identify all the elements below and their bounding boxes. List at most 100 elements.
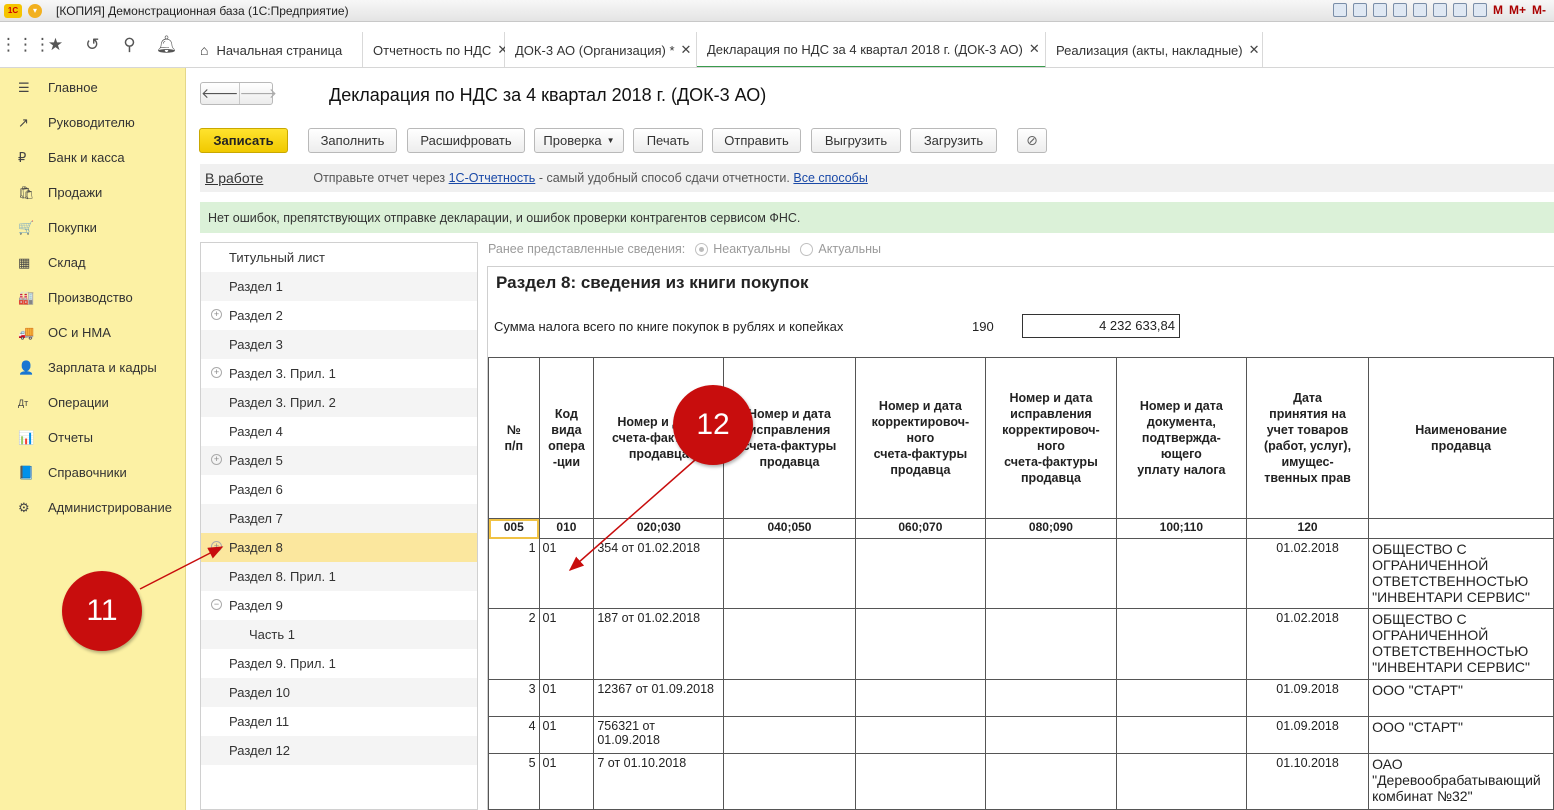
row-cell[interactable] — [854, 608, 987, 680]
row-cell[interactable] — [1115, 716, 1247, 754]
sidebar-item-admin[interactable]: ⚙ Администрирование — [0, 490, 185, 525]
section-item[interactable]: + Раздел 5 — [201, 446, 477, 475]
row-invoice[interactable]: 187 от 01.02.2018 — [593, 608, 725, 680]
status-state-link[interactable]: В работе — [205, 170, 263, 186]
table-row[interactable]: 1 01 354 от 01.02.2018 01.02.2018 ОБЩЕСТ… — [488, 538, 1554, 609]
row-number[interactable]: 3 — [488, 679, 540, 717]
fill-button[interactable]: Заполнить — [308, 128, 397, 153]
upload-icon[interactable] — [1392, 3, 1407, 17]
row-cell[interactable] — [1115, 538, 1247, 609]
table-row[interactable]: 2 01 187 от 01.02.2018 01.02.2018 ОБЩЕСТ… — [488, 608, 1554, 680]
section-item-selected[interactable]: + Раздел 8 — [201, 533, 477, 562]
memory-plus-button[interactable]: M+ — [1509, 3, 1526, 17]
sidebar-item-director[interactable]: ↗ Руководителю — [0, 105, 185, 140]
tab-home[interactable]: ⌂ Начальная страница — [190, 32, 363, 68]
memory-minus-button[interactable]: M- — [1532, 3, 1546, 17]
section-item[interactable]: Часть 1 — [201, 620, 477, 649]
section-item[interactable]: Раздел 12 — [201, 736, 477, 765]
table-row[interactable]: 5 01 7 от 01.10.2018 01.10.2018 ОАО "Дер… — [488, 753, 1554, 810]
section-item[interactable]: − Раздел 9 — [201, 591, 477, 620]
sidebar-item-purchases[interactable]: 🛒 Покупки — [0, 210, 185, 245]
attachment-button[interactable]: ⊘ — [1017, 128, 1047, 153]
row-op-code[interactable]: 01 — [538, 608, 595, 680]
save-button[interactable]: Записать — [199, 128, 288, 153]
section-item[interactable]: Раздел 10 — [201, 678, 477, 707]
preview-icon[interactable] — [1372, 3, 1387, 17]
row-number[interactable]: 1 — [488, 538, 540, 609]
row-seller[interactable]: ОАО "Деревообрабатывающий комбинат №32" — [1368, 753, 1554, 810]
sidebar-item-hr[interactable]: 👤 Зарплата и кадры — [0, 350, 185, 385]
row-cell[interactable] — [985, 538, 1117, 609]
expand-icon[interactable]: + — [211, 309, 222, 320]
sidebar-item-reports[interactable]: 📊 Отчеты — [0, 420, 185, 455]
section-item[interactable]: Раздел 6 — [201, 475, 477, 504]
row-seller[interactable]: ООО "СТАРТ" — [1368, 716, 1554, 754]
notification-bell-icon[interactable]: 🔔︎ — [148, 35, 185, 55]
sidebar-item-operations[interactable]: Дт Операции — [0, 385, 185, 420]
row-accept-date[interactable]: 01.09.2018 — [1245, 716, 1370, 754]
expand-icon[interactable]: + — [211, 367, 222, 378]
row-cell[interactable] — [985, 679, 1117, 717]
row-seller[interactable]: ОБЩЕСТВО С ОГРАНИЧЕННОЙ ОТВЕТСТВЕННОСТЬЮ… — [1368, 608, 1554, 680]
close-icon[interactable]: ✕ — [1249, 42, 1260, 58]
section-item[interactable]: Раздел 3 — [201, 330, 477, 359]
back-arrow-icon[interactable]: 🡐 — [201, 83, 240, 104]
row-op-code[interactable]: 01 — [538, 716, 595, 754]
radio-not-actual[interactable] — [695, 242, 709, 256]
tab-declaration[interactable]: Декларация по НДС за 4 квартал 2018 г. (… — [697, 32, 1046, 68]
row-op-code[interactable]: 01 — [538, 679, 595, 717]
section-item[interactable]: Раздел 4 — [201, 417, 477, 446]
row-cell[interactable] — [854, 679, 987, 717]
section-item[interactable]: Раздел 7 — [201, 504, 477, 533]
row-cell[interactable] — [985, 753, 1117, 810]
row-accept-date[interactable]: 01.02.2018 — [1245, 608, 1370, 680]
row-cell[interactable] — [985, 608, 1117, 680]
row-invoice[interactable]: 354 от 01.02.2018 — [593, 538, 725, 609]
all-ways-link[interactable]: Все способы — [793, 171, 867, 185]
sidebar-item-main[interactable]: ☰ Главное — [0, 70, 185, 105]
close-icon[interactable]: ✕ — [1029, 41, 1040, 57]
tab-vat-reporting[interactable]: Отчетность по НДС ✕ — [363, 32, 508, 68]
sidebar-item-sales[interactable]: 🛍 Продажи — [0, 175, 185, 210]
table-row[interactable]: 3 01 12367 от 01.09.2018 01.09.2018 ООО … — [488, 679, 1554, 717]
row-cell[interactable] — [854, 538, 987, 609]
row-invoice[interactable]: 756321 от 01.09.2018 — [593, 716, 725, 754]
section-item[interactable]: Раздел 3. Прил. 2 — [201, 388, 477, 417]
row-cell[interactable] — [1115, 753, 1247, 810]
close-icon[interactable]: ✕ — [681, 42, 692, 58]
sidebar-item-bank[interactable]: ₽ Банк и касса — [0, 140, 185, 175]
row-accept-date[interactable]: 01.10.2018 — [1245, 753, 1370, 810]
row-cell[interactable] — [723, 679, 856, 717]
collapse-icon[interactable]: − — [211, 599, 222, 610]
section-item[interactable]: Раздел 11 — [201, 707, 477, 736]
section-item[interactable]: + Раздел 3. Прил. 1 — [201, 359, 477, 388]
row-accept-date[interactable]: 01.09.2018 — [1245, 679, 1370, 717]
decode-button[interactable]: Расшифровать — [407, 128, 525, 153]
expand-icon[interactable]: + — [211, 454, 222, 465]
row-cell[interactable] — [854, 753, 987, 810]
sidebar-item-production[interactable]: 🏭 Производство — [0, 280, 185, 315]
code-cell[interactable]: 005 — [488, 518, 540, 539]
row-accept-date[interactable]: 01.02.2018 — [1245, 538, 1370, 609]
row-cell[interactable] — [1115, 679, 1247, 717]
row-number[interactable]: 2 — [488, 608, 540, 680]
1c-reporting-link[interactable]: 1С-Отчетность — [449, 171, 536, 185]
row-cell[interactable] — [723, 608, 856, 680]
main-menu-icon[interactable]: ▾ — [28, 3, 42, 18]
row-number[interactable]: 4 — [488, 716, 540, 754]
memory-m-button[interactable]: M — [1493, 3, 1503, 17]
row-cell[interactable] — [723, 538, 856, 609]
expand-icon[interactable]: + — [211, 541, 222, 552]
apps-grid-icon[interactable]: ⋮⋮⋮ — [0, 35, 51, 55]
history-icon[interactable]: ↺ — [74, 35, 111, 55]
print-button[interactable]: Печать — [633, 128, 703, 153]
section-item[interactable]: Раздел 8. Прил. 1 — [201, 562, 477, 591]
export-button[interactable]: Выгрузить — [811, 128, 901, 153]
row-number[interactable]: 5 — [488, 753, 540, 810]
sidebar-item-assets[interactable]: 🚚 ОС и НМА — [0, 315, 185, 350]
print-icon[interactable] — [1352, 3, 1367, 17]
sum-value-field[interactable]: 4 232 633,84 — [1022, 314, 1180, 338]
calculator-icon[interactable] — [1472, 3, 1487, 17]
table-icon[interactable] — [1432, 3, 1447, 17]
tab-sales[interactable]: Реализация (акты, накладные) ✕ — [1046, 32, 1263, 68]
